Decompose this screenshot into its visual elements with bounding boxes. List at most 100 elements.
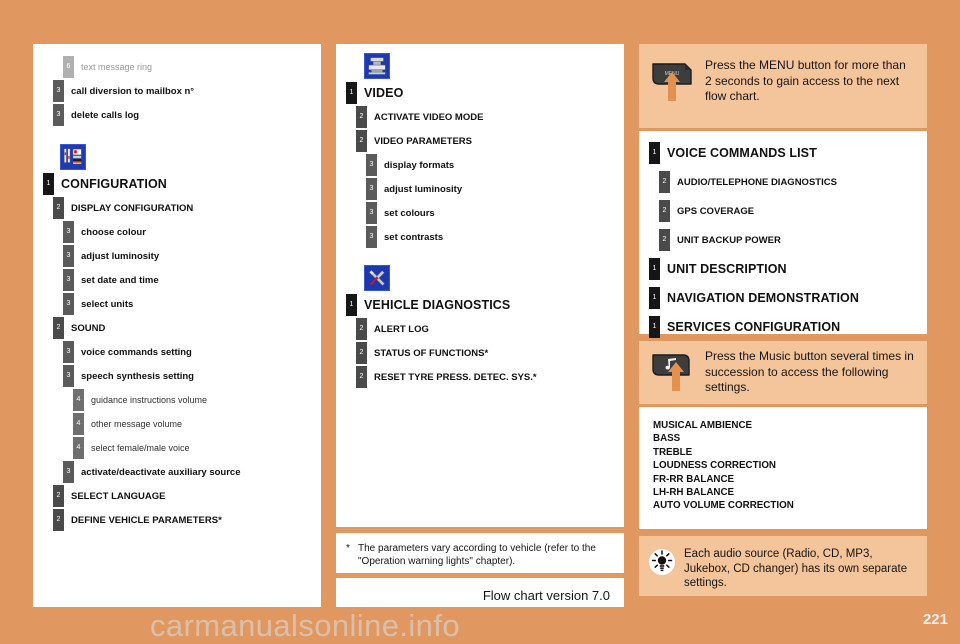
- flow-row[interactable]: 2 GPS COVERAGE: [659, 200, 927, 222]
- flow-row-label: SELECT LANGUAGE: [71, 490, 166, 502]
- flow-row[interactable]: 2 UNIT BACKUP POWER: [659, 229, 927, 251]
- flow-row[interactable]: 2 RESET TYRE PRESS. DETEC. SYS.*: [356, 366, 624, 388]
- flow-row[interactable]: 1 VIDEO: [346, 82, 624, 104]
- flow-row-label: NAVIGATION DEMONSTRATION: [667, 291, 859, 305]
- page-number: 221: [922, 611, 948, 628]
- flow-row[interactable]: 2 SELECT LANGUAGE: [53, 485, 321, 507]
- flow-row-label: set date and time: [81, 274, 159, 286]
- flow-chart-version: Flow chart version 7.0: [482, 588, 610, 603]
- version-panel: Flow chart version 7.0: [336, 578, 624, 607]
- flow-row[interactable]: 2 VIDEO PARAMETERS: [356, 130, 624, 152]
- flow-row[interactable]: 4 guidance instructions volume: [73, 389, 321, 411]
- flow-row[interactable]: 3 select units: [63, 293, 321, 315]
- flow-row-label: ACTIVATE VIDEO MODE: [374, 111, 484, 123]
- menu-button-icon: MENU: [649, 58, 697, 102]
- level-badge: 3: [63, 461, 74, 483]
- level-badge: 4: [73, 389, 84, 411]
- flow-row-label: GPS COVERAGE: [677, 205, 755, 217]
- flow-row-label: UNIT DESCRIPTION: [667, 262, 787, 276]
- flow-row[interactable]: 3 set date and time: [63, 269, 321, 291]
- flow-row[interactable]: 3 adjust luminosity: [63, 245, 321, 267]
- flow-row[interactable]: 1 NAVIGATION DEMONSTRATION: [649, 287, 927, 309]
- flow-row[interactable]: 1 CONFIGURATION: [43, 173, 321, 195]
- flow-row[interactable]: 3 call diversion to mailbox n°: [53, 80, 321, 102]
- flow-row-label: UNIT BACKUP POWER: [677, 234, 781, 246]
- flow-row[interactable]: 3 voice commands setting: [63, 341, 321, 363]
- menu-rows-panel: 1 VOICE COMMANDS LIST 2 AUDIO/TELEPHONE …: [639, 131, 927, 338]
- level-badge: 2: [659, 171, 670, 193]
- level-badge: 1: [649, 258, 660, 280]
- level-badge: 2: [53, 509, 64, 531]
- flow-row[interactable]: 1 VEHICLE DIAGNOSTICS: [346, 294, 624, 316]
- menu-callout-panel: MENU Press the MENU button for more than…: [639, 44, 927, 128]
- music-setting-item[interactable]: LOUDNESS CORRECTION: [653, 459, 927, 472]
- level-badge: 2: [53, 197, 64, 219]
- level-badge: 2: [659, 229, 670, 251]
- flow-row[interactable]: 3 choose colour: [63, 221, 321, 243]
- music-setting-item[interactable]: AUTO VOLUME CORRECTION: [653, 499, 927, 512]
- flow-row-label: select female/male voice: [91, 443, 190, 453]
- music-callout-text: Press the Music button several times in …: [705, 349, 914, 394]
- flow-row-label: activate/deactivate auxiliary source: [81, 466, 241, 478]
- flow-row[interactable]: 2 STATUS OF FUNCTIONS*: [356, 342, 624, 364]
- flow-row[interactable]: 3 set colours: [366, 202, 624, 224]
- level-badge: 3: [63, 293, 74, 315]
- flow-row[interactable]: 3 activate/deactivate auxiliary source: [63, 461, 321, 483]
- flow-row-label: other message volume: [91, 419, 183, 429]
- level-badge: 3: [53, 104, 64, 126]
- level-badge: 1: [649, 287, 660, 309]
- level-badge: 3: [366, 226, 377, 248]
- flow-row[interactable]: 3 speech synthesis setting: [63, 365, 321, 387]
- flow-row-label: delete calls log: [71, 109, 140, 121]
- level-badge: 2: [53, 485, 64, 507]
- watermark: carmanualsonline.info: [150, 608, 460, 643]
- flow-row-label: adjust luminosity: [81, 250, 160, 262]
- flow-row[interactable]: 3 adjust luminosity: [366, 178, 624, 200]
- flow-row[interactable]: 3 delete calls log: [53, 104, 321, 126]
- flow-row[interactable]: 1 SERVICES CONFIGURATION: [649, 316, 927, 338]
- bulb-icon: [647, 547, 677, 577]
- flow-row[interactable]: 6 text message ring: [63, 56, 321, 78]
- flow-chart-page: 6 text message ring 3 call diversion to …: [0, 0, 960, 643]
- flow-row[interactable]: 2 DEFINE VEHICLE PARAMETERS*: [53, 509, 321, 531]
- flow-row[interactable]: 2 AUDIO/TELEPHONE DIAGNOSTICS: [659, 171, 927, 193]
- flow-row-label: VOICE COMMANDS LIST: [667, 146, 817, 160]
- level-badge: 1: [649, 142, 660, 164]
- flow-row[interactable]: 4 other message volume: [73, 413, 321, 435]
- flow-row-label: voice commands setting: [81, 346, 192, 358]
- flow-row-label: select units: [81, 298, 134, 310]
- flow-row-label: guidance instructions volume: [91, 395, 208, 405]
- footnote-marker: *: [346, 543, 350, 554]
- flow-row[interactable]: 3 set contrasts: [366, 226, 624, 248]
- flow-row[interactable]: 1 VOICE COMMANDS LIST: [649, 142, 927, 164]
- menu-callout-text: Press the MENU button for more than 2 se…: [705, 58, 906, 103]
- flow-row[interactable]: 2 DISPLAY CONFIGURATION: [53, 197, 321, 219]
- flow-row-label: CONFIGURATION: [61, 177, 167, 191]
- level-badge: 3: [53, 80, 64, 102]
- middle-column-panel: 1 VIDEO 2 ACTIVATE VIDEO MODE 2 VIDEO PA…: [336, 44, 624, 527]
- level-badge: 2: [53, 317, 64, 339]
- left-top-rows: 6 text message ring 3 call diversion to …: [33, 56, 321, 126]
- configuration-icon: [60, 144, 86, 170]
- flow-row[interactable]: 2 ACTIVATE VIDEO MODE: [356, 106, 624, 128]
- level-badge: 4: [73, 437, 84, 459]
- flow-row[interactable]: 2 SOUND: [53, 317, 321, 339]
- level-badge: 2: [356, 318, 367, 340]
- music-setting-item[interactable]: BASS: [653, 432, 927, 445]
- music-setting-item[interactable]: LH-RH BALANCE: [653, 486, 927, 499]
- flow-row[interactable]: 1 UNIT DESCRIPTION: [649, 258, 927, 280]
- music-setting-item[interactable]: MUSICAL AMBIENCE: [653, 419, 927, 432]
- flow-row-label: DISPLAY CONFIGURATION: [71, 202, 194, 214]
- flow-row[interactable]: 3 display formats: [366, 154, 624, 176]
- music-setting-item[interactable]: TREBLE: [653, 446, 927, 459]
- music-callout-panel: Press the Music button several times in …: [639, 341, 927, 404]
- left-column-panel: 6 text message ring 3 call diversion to …: [33, 44, 321, 607]
- vehicle-diagnostics-icon: [364, 265, 390, 291]
- music-setting-item[interactable]: FR-RR BALANCE: [653, 473, 927, 486]
- flow-row-label: DEFINE VEHICLE PARAMETERS*: [71, 514, 222, 526]
- flow-row-label: choose colour: [81, 226, 146, 238]
- flow-row-label: text message ring: [81, 62, 153, 72]
- flow-row[interactable]: 2 ALERT LOG: [356, 318, 624, 340]
- level-badge: 3: [63, 221, 74, 243]
- flow-row[interactable]: 4 select female/male voice: [73, 437, 321, 459]
